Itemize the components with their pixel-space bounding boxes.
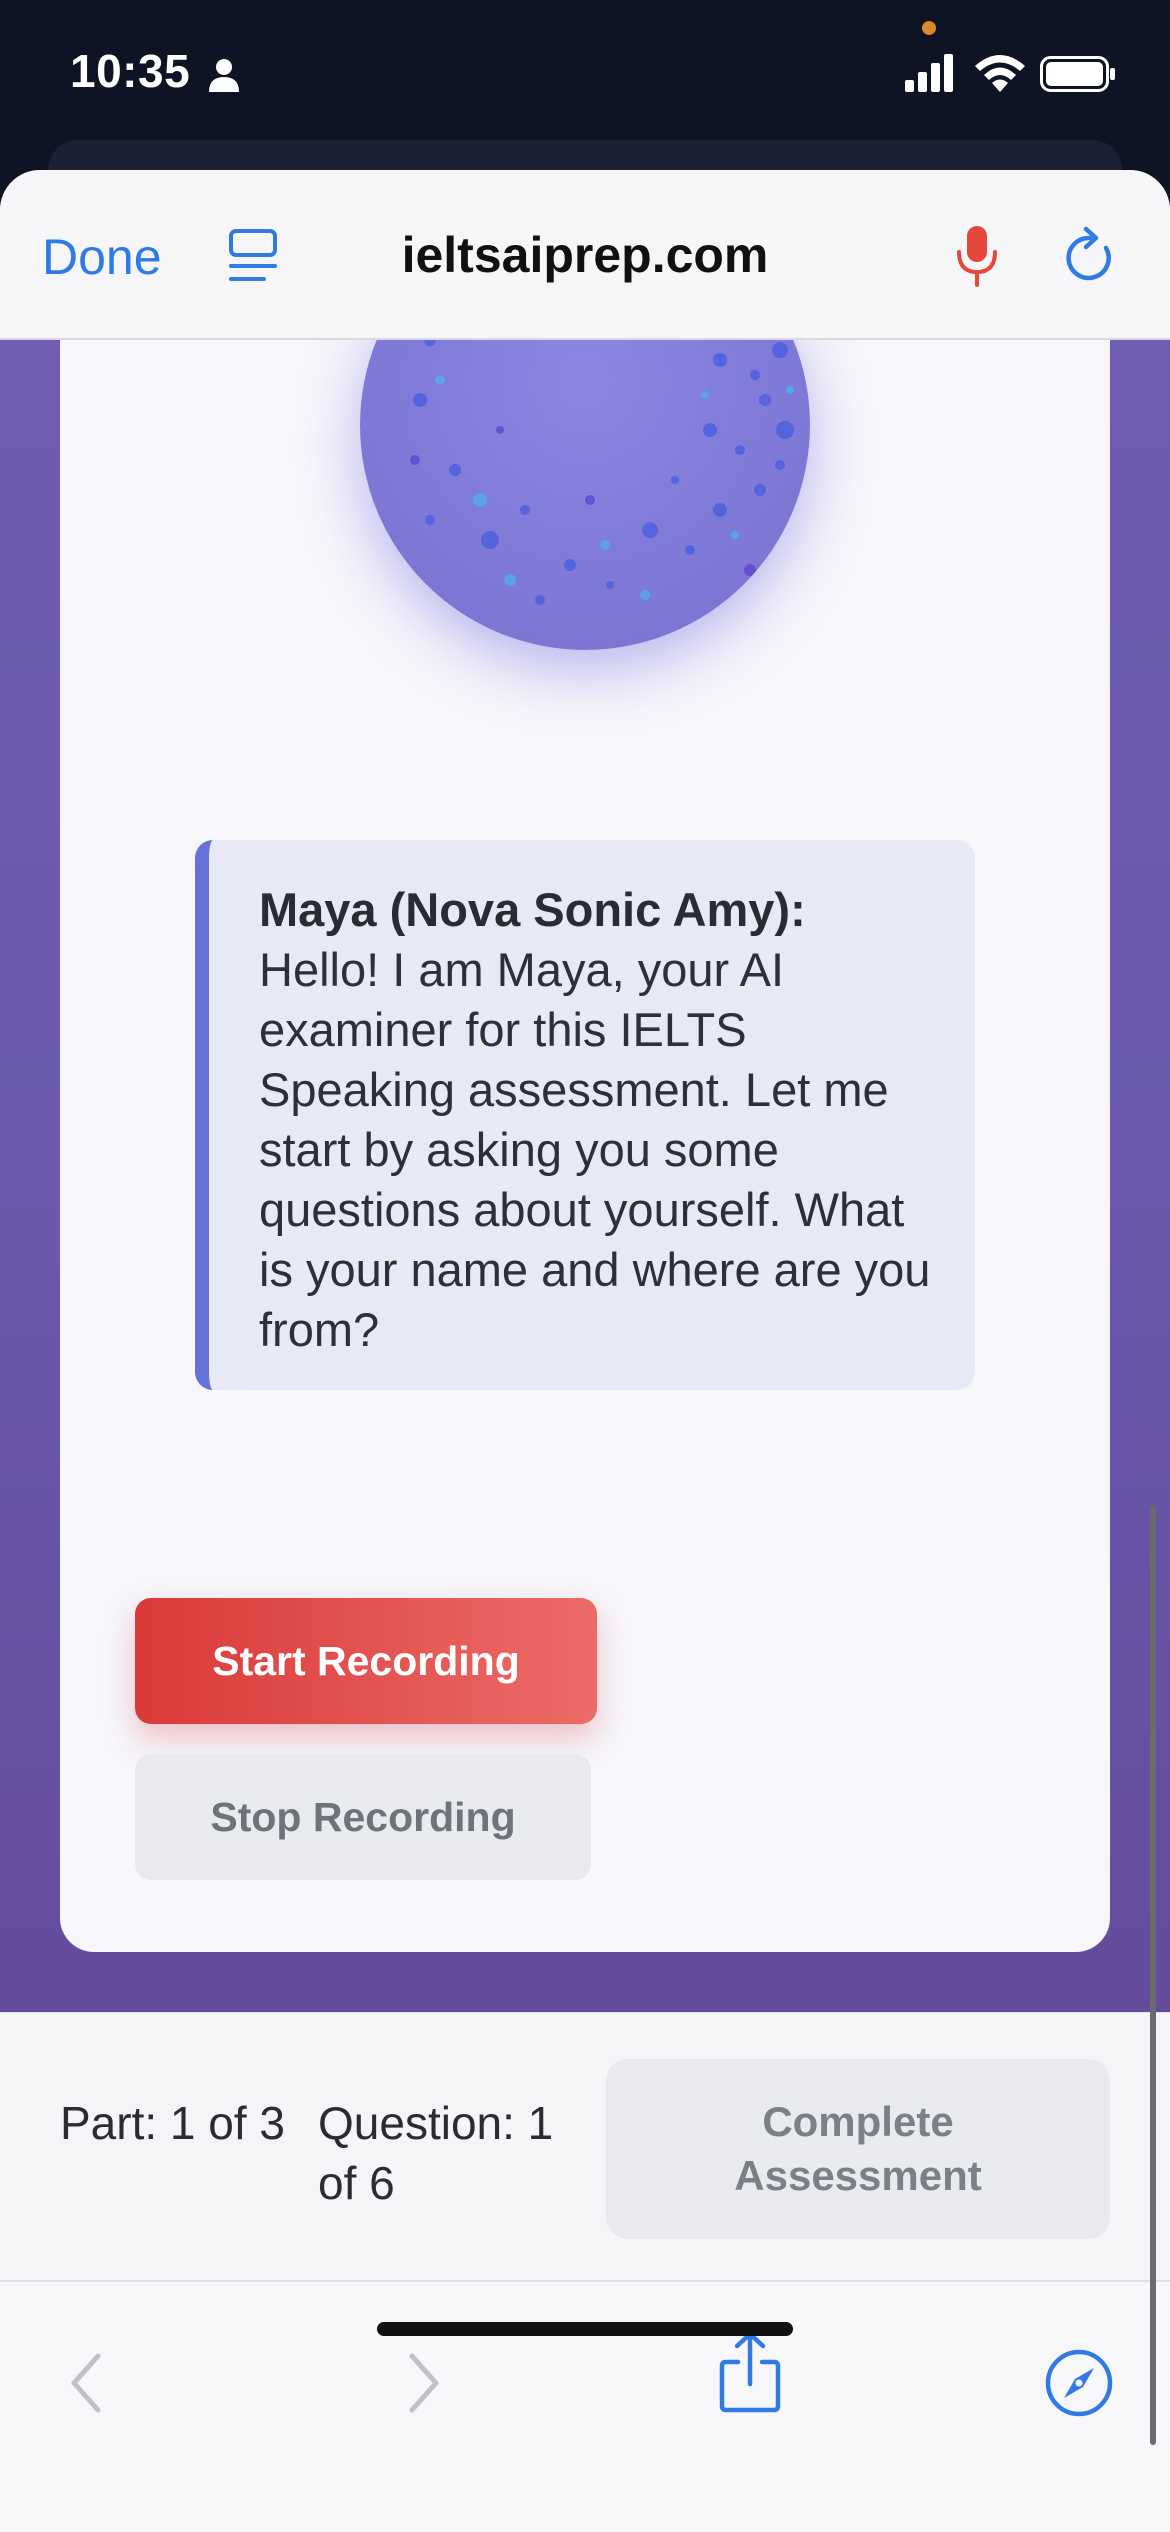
status-bar: 10:35	[0, 0, 1170, 150]
assessment-progress-bar: Part: 1 of 3 Question: 1 of 6 Complete A…	[0, 2012, 1170, 2280]
back-arrow-icon[interactable]	[66, 2350, 106, 2416]
reload-icon[interactable]	[1062, 226, 1118, 286]
person-icon	[209, 59, 239, 92]
start-recording-button[interactable]: Start Recording	[135, 1598, 597, 1724]
examiner-message: Hello! I am Maya, your AI examiner for t…	[259, 943, 931, 1356]
speaker-name: Maya (Nova Sonic Amy):	[259, 883, 806, 936]
browser-header: ieltsaiprep.com Done	[0, 170, 1170, 340]
stop-recording-button[interactable]: Stop Recording	[135, 1754, 591, 1880]
reader-icon[interactable]	[228, 228, 278, 284]
signal-icon	[905, 54, 953, 92]
safari-compass-icon[interactable]	[1044, 2348, 1114, 2418]
forward-arrow-icon[interactable]	[404, 2350, 444, 2416]
complete-assessment-button[interactable]: Complete Assessment	[606, 2059, 1110, 2239]
camera-indicator-dot	[922, 21, 936, 35]
browser-sheet: ieltsaiprep.com Done Maya (Nova Sonic Am…	[0, 170, 1170, 2532]
battery-icon	[1040, 56, 1115, 92]
question-indicator: Question: 1 of 6	[318, 2097, 554, 2209]
home-indicator[interactable]	[377, 2322, 793, 2336]
done-button[interactable]: Done	[42, 228, 162, 286]
scroll-indicator[interactable]	[1150, 1505, 1156, 2445]
speaking-card: Maya (Nova Sonic Amy): Hello! I am Maya,…	[60, 200, 1110, 1952]
examiner-message-bubble: Maya (Nova Sonic Amy): Hello! I am Maya,…	[195, 840, 975, 1390]
wifi-icon	[975, 55, 1025, 92]
browser-toolbar	[0, 2280, 1170, 2532]
web-content: Maya (Nova Sonic Amy): Hello! I am Maya,…	[0, 200, 1170, 2012]
mic-icon[interactable]	[955, 224, 999, 288]
status-time: 10:35	[70, 45, 191, 97]
share-icon[interactable]	[718, 2330, 782, 2414]
part-indicator: Part: 1 of 3	[60, 2097, 286, 2149]
